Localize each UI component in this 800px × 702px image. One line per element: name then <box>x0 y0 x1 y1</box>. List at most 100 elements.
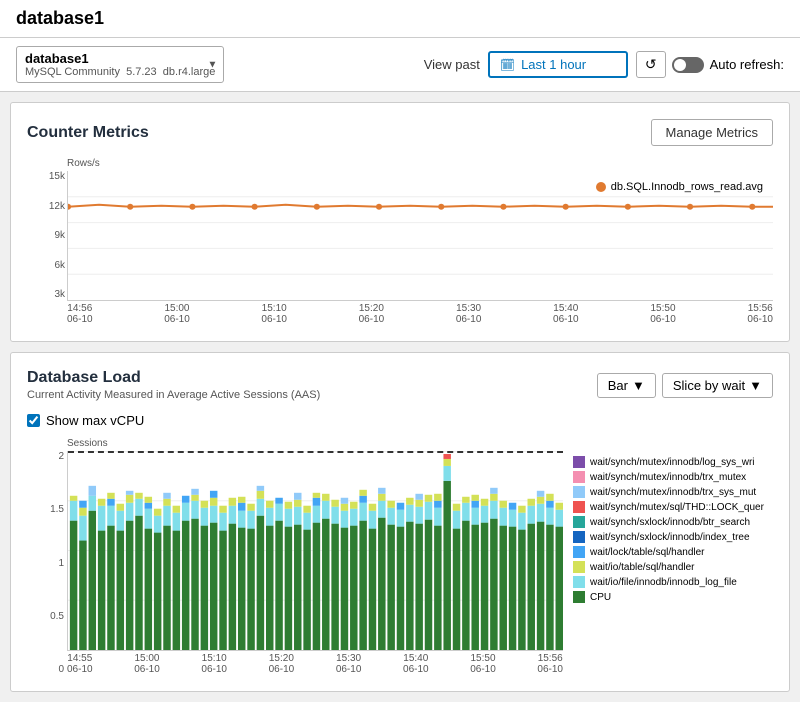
x-label-2: 15:1006-10 <box>261 303 287 325</box>
legend-color-7 <box>573 561 585 573</box>
legend-color-8 <box>573 576 585 588</box>
load-x-2: 15:1006-10 <box>201 653 227 675</box>
calendar-icon: 🗓 <box>500 58 515 72</box>
load-y-15: 1.5 <box>32 504 64 515</box>
counter-chart-container: Rows/s 15k 12k 9k 6k 3k <box>27 158 773 325</box>
legend-item-8: wait/io/file/innodb/innodb_log_file <box>573 576 773 588</box>
max-vcpu-line: Max vCPU: 2 <box>68 451 563 453</box>
database-load-title-group: Database Load Current Activity Measured … <box>27 369 320 401</box>
legend-label-9: CPU <box>590 592 611 603</box>
legend-label-3: wait/synch/mutex/sql/THD::LOCK_quer <box>590 502 764 513</box>
load-x-6: 15:5006-10 <box>470 653 496 675</box>
chevron-down-icon-bar: ▼ <box>632 378 645 393</box>
chart-type-button[interactable]: Bar ▼ <box>597 373 656 398</box>
y-label-12k: 12k <box>30 201 65 212</box>
legend-color-0 <box>573 456 585 468</box>
y-label-15k: 15k <box>30 171 65 182</box>
legend-label-0: wait/synch/mutex/innodb/log_sys_wri <box>590 457 755 468</box>
load-y-05: 0.5 <box>32 611 64 622</box>
legend-label-1: wait/synch/mutex/innodb/trx_mutex <box>590 472 746 483</box>
top-bar: database1 MySQL Community 5.7.23 db.r4.l… <box>0 38 800 92</box>
database-load-section: Database Load Current Activity Measured … <box>10 352 790 692</box>
chevron-down-icon-slice: ▼ <box>749 378 762 393</box>
load-chart-area: 2 1.5 1 0.5 0 Max vCPU: 2 <box>27 451 563 675</box>
load-y-0: 0 <box>32 664 64 675</box>
chevron-down-icon: ▼ <box>207 59 217 70</box>
counter-metrics-title: Counter Metrics <box>27 124 149 142</box>
chart-type-label: Bar <box>608 378 628 393</box>
sessions-label: Sessions <box>67 438 773 449</box>
view-past-label: View past <box>424 57 480 72</box>
db-name: database1 <box>25 51 215 66</box>
legend-item-9: CPU <box>573 591 773 603</box>
legend-label-2: wait/synch/mutex/innodb/trx_sys_mut <box>590 487 756 498</box>
db-info: MySQL Community 5.7.23 db.r4.large <box>25 66 215 78</box>
y-label-6k: 6k <box>30 260 65 271</box>
legend-item-7: wait/io/table/sql/handler <box>573 561 773 573</box>
legend-color-5 <box>573 531 585 543</box>
auto-refresh-toggle[interactable] <box>672 57 704 73</box>
database-load-header: Database Load Current Activity Measured … <box>27 369 773 401</box>
legend-color-1 <box>573 471 585 483</box>
time-range-value: Last 1 hour <box>521 57 586 72</box>
db-select-dropdown[interactable]: database1 MySQL Community 5.7.23 db.r4.l… <box>16 46 224 83</box>
legend-label-6: wait/lock/table/sql/handler <box>590 547 705 558</box>
load-y-2: 2 <box>32 451 64 462</box>
db-selector: database1 MySQL Community 5.7.23 db.r4.l… <box>16 46 224 83</box>
legend-item-3: wait/synch/mutex/sql/THD::LOCK_quer <box>573 501 773 513</box>
legend-color-3 <box>573 501 585 513</box>
counter-chart: 15k 12k 9k 6k 3k <box>67 171 773 301</box>
database-load-subtitle: Current Activity Measured in Average Act… <box>27 389 320 401</box>
legend-item-6: wait/lock/table/sql/handler <box>573 546 773 558</box>
x-label-1: 15:0006-10 <box>164 303 190 325</box>
counter-legend-label: db.SQL.Innodb_rows_read.avg <box>611 181 763 193</box>
x-label-0: 14:5606-10 <box>67 303 93 325</box>
load-chart-wrapper: 2 1.5 1 0.5 0 Max vCPU: 2 <box>27 451 773 675</box>
slice-by-label: Slice by wait <box>673 378 745 393</box>
load-chart-svg <box>68 451 563 650</box>
view-controls: View past 🗓 Last 1 hour ↺ Auto refresh: <box>424 51 784 78</box>
counter-metrics-section: Counter Metrics Manage Metrics Rows/s 15… <box>10 102 790 342</box>
load-x-0: 14:5506-10 <box>67 653 93 675</box>
x-label-5: 15:4006-10 <box>553 303 579 325</box>
counter-y-axis-label: Rows/s <box>67 158 773 169</box>
counter-legend-dot <box>596 182 606 192</box>
legend-label-5: wait/synch/sxlock/innodb/index_tree <box>590 532 750 543</box>
auto-refresh-toggle-row: Auto refresh: <box>672 57 784 73</box>
load-x-1: 15:0006-10 <box>134 653 160 675</box>
load-x-3: 15:2006-10 <box>269 653 295 675</box>
x-label-6: 15:5006-10 <box>650 303 676 325</box>
counter-x-labels: 14:5606-10 15:0006-10 15:1006-10 15:2006… <box>67 303 773 325</box>
y-label-3k: 3k <box>30 289 65 300</box>
load-y-labels: 2 1.5 1 0.5 0 <box>32 451 64 675</box>
legend-color-6 <box>573 546 585 558</box>
legend-label-7: wait/io/table/sql/handler <box>590 562 695 573</box>
load-legend: wait/synch/mutex/innodb/log_sys_wri wait… <box>573 451 773 675</box>
auto-refresh-label: Auto refresh: <box>710 57 784 72</box>
time-range-select[interactable]: 🗓 Last 1 hour <box>488 51 628 78</box>
legend-item-0: wait/synch/mutex/innodb/log_sys_wri <box>573 456 773 468</box>
counter-legend: db.SQL.Innodb_rows_read.avg <box>596 181 763 193</box>
load-y-1: 1 <box>32 558 64 569</box>
x-label-7: 15:5606-10 <box>747 303 773 325</box>
legend-label-8: wait/io/file/innodb/innodb_log_file <box>590 577 737 588</box>
legend-item-4: wait/synch/sxlock/innodb/btr_search <box>573 516 773 528</box>
legend-item-1: wait/synch/mutex/innodb/trx_mutex <box>573 471 773 483</box>
load-controls: Bar ▼ Slice by wait ▼ <box>597 373 773 398</box>
slice-by-button[interactable]: Slice by wait ▼ <box>662 373 773 398</box>
show-max-vcpu-label: Show max vCPU <box>46 413 144 428</box>
x-label-4: 15:3006-10 <box>456 303 482 325</box>
show-max-vcpu-row: Show max vCPU <box>27 413 773 428</box>
legend-color-4 <box>573 516 585 528</box>
counter-y-labels: 15k 12k 9k 6k 3k <box>30 171 65 300</box>
counter-metrics-header: Counter Metrics Manage Metrics <box>27 119 773 146</box>
load-chart: Max vCPU: 2 <box>67 451 563 651</box>
x-label-3: 15:2006-10 <box>359 303 385 325</box>
manage-metrics-button[interactable]: Manage Metrics <box>651 119 773 146</box>
load-x-7: 15:5606-10 <box>537 653 563 675</box>
legend-label-4: wait/synch/sxlock/innodb/btr_search <box>590 517 750 528</box>
legend-item-5: wait/synch/sxlock/innodb/index_tree <box>573 531 773 543</box>
database-load-title: Database Load <box>27 369 320 387</box>
show-max-vcpu-checkbox[interactable] <box>27 414 40 427</box>
refresh-button[interactable]: ↺ <box>636 51 666 78</box>
